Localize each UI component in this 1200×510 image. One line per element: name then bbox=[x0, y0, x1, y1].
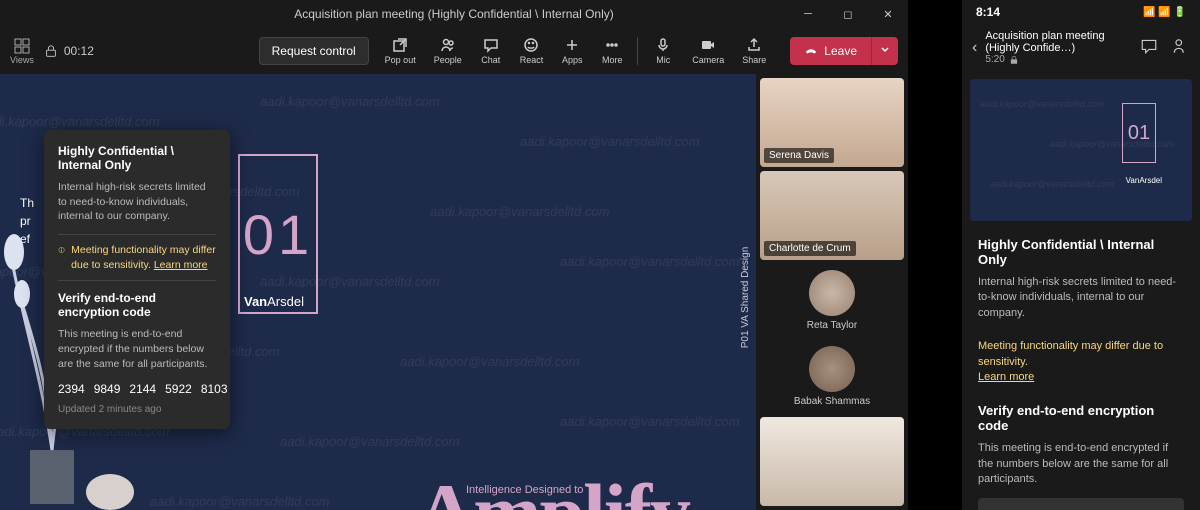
chat-button[interactable]: Chat bbox=[472, 33, 510, 69]
mic-button[interactable]: Mic bbox=[644, 33, 682, 69]
mobile-people-button[interactable] bbox=[1172, 37, 1190, 58]
chat-icon bbox=[1140, 37, 1158, 55]
mobile-panel-warning: Meeting functionality may differ due to … bbox=[978, 331, 1184, 393]
mobile-slide-brand: VanArsdel bbox=[1126, 176, 1162, 185]
camera-icon bbox=[700, 37, 716, 53]
grid-icon bbox=[14, 38, 30, 54]
verify-title: Verify end-to-end encryption code bbox=[58, 291, 216, 319]
people-icon bbox=[440, 37, 456, 53]
close-button[interactable]: ✕ bbox=[868, 0, 908, 28]
participant-tile[interactable]: Serena Davis bbox=[760, 78, 904, 167]
plus-icon bbox=[564, 37, 580, 53]
encryption-codes: 2394 9849 2144 5922 8103 bbox=[58, 382, 216, 396]
info-icon bbox=[58, 243, 65, 257]
participant-tile[interactable] bbox=[760, 417, 904, 506]
slide-brand: VanArsdel bbox=[244, 294, 304, 309]
meeting-timer: 00:12 bbox=[44, 44, 94, 58]
meeting-stage: aadi.kapoor@vanarsdelltd.com aadi.kapoor… bbox=[0, 74, 908, 510]
request-control-button[interactable]: Request control bbox=[259, 37, 369, 65]
mobile-shared-slide[interactable]: aadi.kapoor@vanarsdelltd.com aadi.kapoor… bbox=[970, 79, 1192, 221]
slide-vertical-label: P01 VA Shared Design bbox=[741, 247, 752, 349]
mobile-verify-desc: This meeting is end-to-end encrypted if … bbox=[978, 441, 1184, 487]
window-controls: ─ ◻ ✕ bbox=[788, 0, 908, 28]
popout-button[interactable]: Pop out bbox=[377, 33, 424, 69]
mobile-header: ‹ Acquisition plan meeting (Highly Confi… bbox=[962, 24, 1200, 71]
chevron-down-icon bbox=[880, 45, 890, 55]
hangup-icon bbox=[804, 44, 818, 58]
participant-tile[interactable]: Babak Shammas bbox=[760, 341, 904, 413]
share-icon bbox=[746, 37, 762, 53]
mobile-title: Acquisition plan meeting (Highly Confide… bbox=[985, 30, 1132, 65]
mobile-verify-title: Verify end-to-end encryption code bbox=[978, 403, 1184, 433]
panel-title: Highly Confidential \ Internal Only bbox=[58, 144, 216, 172]
camera-button[interactable]: Camera bbox=[684, 33, 732, 69]
mobile-slide-number: 01 bbox=[1122, 103, 1156, 163]
updated-text: Updated 2 minutes ago bbox=[58, 404, 216, 415]
leave-dropdown[interactable] bbox=[871, 37, 898, 65]
mobile-panel-title: Highly Confidential \ Internal Only bbox=[978, 237, 1184, 267]
panel-warning: Meeting functionality may differ due to … bbox=[58, 234, 216, 281]
people-button[interactable]: People bbox=[426, 33, 470, 69]
more-icon bbox=[604, 37, 620, 53]
popout-icon bbox=[392, 37, 408, 53]
participant-tile[interactable]: Charlotte de Crum bbox=[760, 171, 904, 260]
teams-mobile-window: 8:14 📶 📶 🔋 ‹ Acquisition plan meeting (H… bbox=[962, 0, 1200, 510]
minimize-button[interactable]: ─ bbox=[788, 0, 828, 28]
apps-button[interactable]: Apps bbox=[553, 33, 591, 69]
mobile-info-panel: Highly Confidential \ Internal Only Inte… bbox=[962, 229, 1200, 510]
mobile-learn-more-link[interactable]: Learn more bbox=[978, 371, 1034, 383]
mic-icon bbox=[655, 37, 671, 53]
meeting-toolbar: Views 00:12 Request control Pop out Peop… bbox=[0, 28, 908, 74]
learn-more-link[interactable]: Learn more bbox=[154, 259, 208, 271]
lock-icon bbox=[1009, 55, 1019, 65]
mobile-clock: 8:14 bbox=[976, 5, 1000, 19]
participants-strip: Serena Davis Charlotte de Crum Reta Tayl… bbox=[756, 74, 908, 510]
mobile-status-bar: 8:14 📶 📶 🔋 bbox=[962, 0, 1200, 24]
participant-tile[interactable]: Reta Taylor bbox=[760, 264, 904, 336]
react-button[interactable]: React bbox=[512, 33, 552, 69]
mobile-encryption-codes: 2394 - 9849 - 2144 - 5922 - 8103 bbox=[978, 498, 1184, 510]
chat-icon bbox=[483, 37, 499, 53]
mobile-panel-desc: Internal high-risk secrets limited to ne… bbox=[978, 275, 1184, 321]
views-button[interactable]: Views bbox=[10, 38, 34, 65]
more-button[interactable]: More bbox=[593, 33, 631, 69]
panel-desc: Internal high-risk secrets limited to ne… bbox=[58, 180, 216, 224]
sensitivity-panel: Highly Confidential \ Internal Only Inte… bbox=[44, 130, 230, 429]
teams-desktop-window: Acquisition plan meeting (Highly Confide… bbox=[0, 0, 908, 510]
slide-number-box: 01 bbox=[238, 154, 318, 314]
mobile-signal-icons: 📶 📶 🔋 bbox=[1143, 7, 1186, 18]
slide-headline: Amplify. bbox=[416, 466, 703, 510]
mobile-watermark: aadi.kapoor@vanarsdelltd.com aadi.kapoor… bbox=[970, 79, 1192, 221]
mobile-chat-button[interactable] bbox=[1140, 37, 1158, 58]
share-button[interactable]: Share bbox=[734, 33, 774, 69]
maximize-button[interactable]: ◻ bbox=[828, 0, 868, 28]
titlebar: Acquisition plan meeting (Highly Confide… bbox=[0, 0, 908, 28]
window-title: Acquisition plan meeting (Highly Confide… bbox=[294, 7, 614, 21]
leave-button[interactable]: Leave bbox=[790, 37, 871, 65]
back-button[interactable]: ‹ bbox=[972, 39, 977, 57]
lock-icon bbox=[44, 44, 58, 58]
verify-desc: This meeting is end-to-end encrypted if … bbox=[58, 327, 216, 371]
react-icon bbox=[523, 37, 539, 53]
people-icon bbox=[1172, 37, 1190, 55]
